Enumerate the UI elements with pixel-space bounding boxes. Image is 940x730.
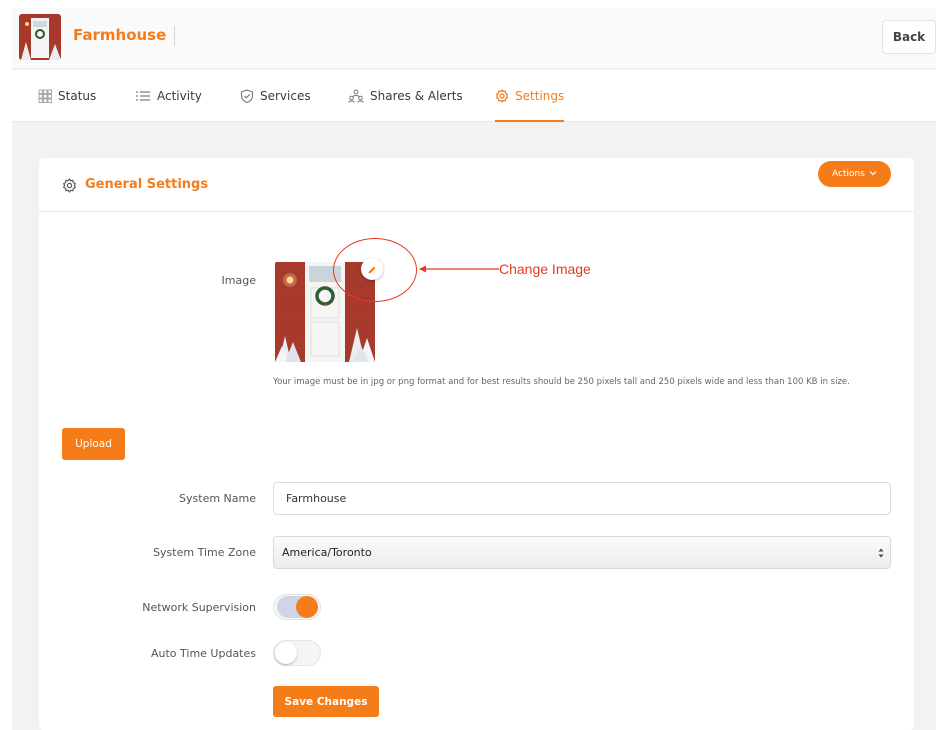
tab-label: Activity xyxy=(157,89,202,103)
network-supervision-toggle[interactable] xyxy=(273,594,321,620)
grid-icon xyxy=(38,89,52,103)
save-changes-button[interactable]: Save Changes xyxy=(273,686,379,717)
actions-dropdown-button[interactable]: Actions xyxy=(818,161,891,187)
time-zone-label: System Time Zone xyxy=(153,546,256,559)
tab-shares-alerts[interactable]: Shares & Alerts xyxy=(348,70,463,122)
users-icon xyxy=(348,89,364,103)
network-supervision-label: Network Supervision xyxy=(142,601,256,614)
upload-button[interactable]: Upload xyxy=(62,428,125,460)
system-name-label: System Name xyxy=(179,492,256,505)
title-divider xyxy=(174,26,175,46)
auto-time-updates-toggle[interactable] xyxy=(273,640,321,666)
annotation-circle xyxy=(333,238,417,302)
tab-settings[interactable]: Settings xyxy=(495,70,565,122)
tab-bar: Status Activity Services Shares & Alerts… xyxy=(12,70,936,122)
tab-services[interactable]: Services xyxy=(240,70,311,122)
app-frame: Farmhouse Back Status Activity Services xyxy=(12,8,936,730)
shield-icon xyxy=(240,89,254,103)
time-zone-select[interactable]: America/Toronto xyxy=(273,536,891,569)
chevron-down-icon xyxy=(869,169,877,179)
gear-icon xyxy=(495,89,509,103)
page-header: Farmhouse Back xyxy=(12,8,936,68)
image-label: Image xyxy=(221,274,256,287)
system-thumbnail xyxy=(19,14,61,60)
card-title: General Settings xyxy=(85,177,209,192)
toggle-knob xyxy=(296,596,318,618)
auto-time-updates-label: Auto Time Updates xyxy=(150,647,256,660)
tab-label: Services xyxy=(260,89,311,103)
tab-status[interactable]: Status xyxy=(38,70,96,122)
system-name-input[interactable]: Farmhouse xyxy=(273,482,891,515)
list-icon xyxy=(135,90,151,102)
gear-icon xyxy=(62,178,77,197)
tab-label: Settings xyxy=(515,89,565,103)
card-header: General Settings Actions xyxy=(39,158,914,212)
general-settings-card: General Settings Actions Image Change Im… xyxy=(39,158,914,730)
annotation-arrow-icon xyxy=(419,260,499,279)
tab-label: Status xyxy=(58,89,97,103)
back-button[interactable]: Back xyxy=(882,20,936,54)
toggle-knob xyxy=(275,642,297,664)
annotation-label: Change Image xyxy=(499,261,591,277)
time-zone-value: America/Toronto xyxy=(282,546,372,559)
image-help-text: Your image must be in jpg or png format … xyxy=(273,377,850,387)
actions-label: Actions xyxy=(832,169,865,179)
tab-label: Shares & Alerts xyxy=(370,89,463,103)
tab-activity[interactable]: Activity xyxy=(135,70,202,122)
select-arrows-icon xyxy=(878,547,884,562)
page-title: Farmhouse xyxy=(73,26,167,44)
